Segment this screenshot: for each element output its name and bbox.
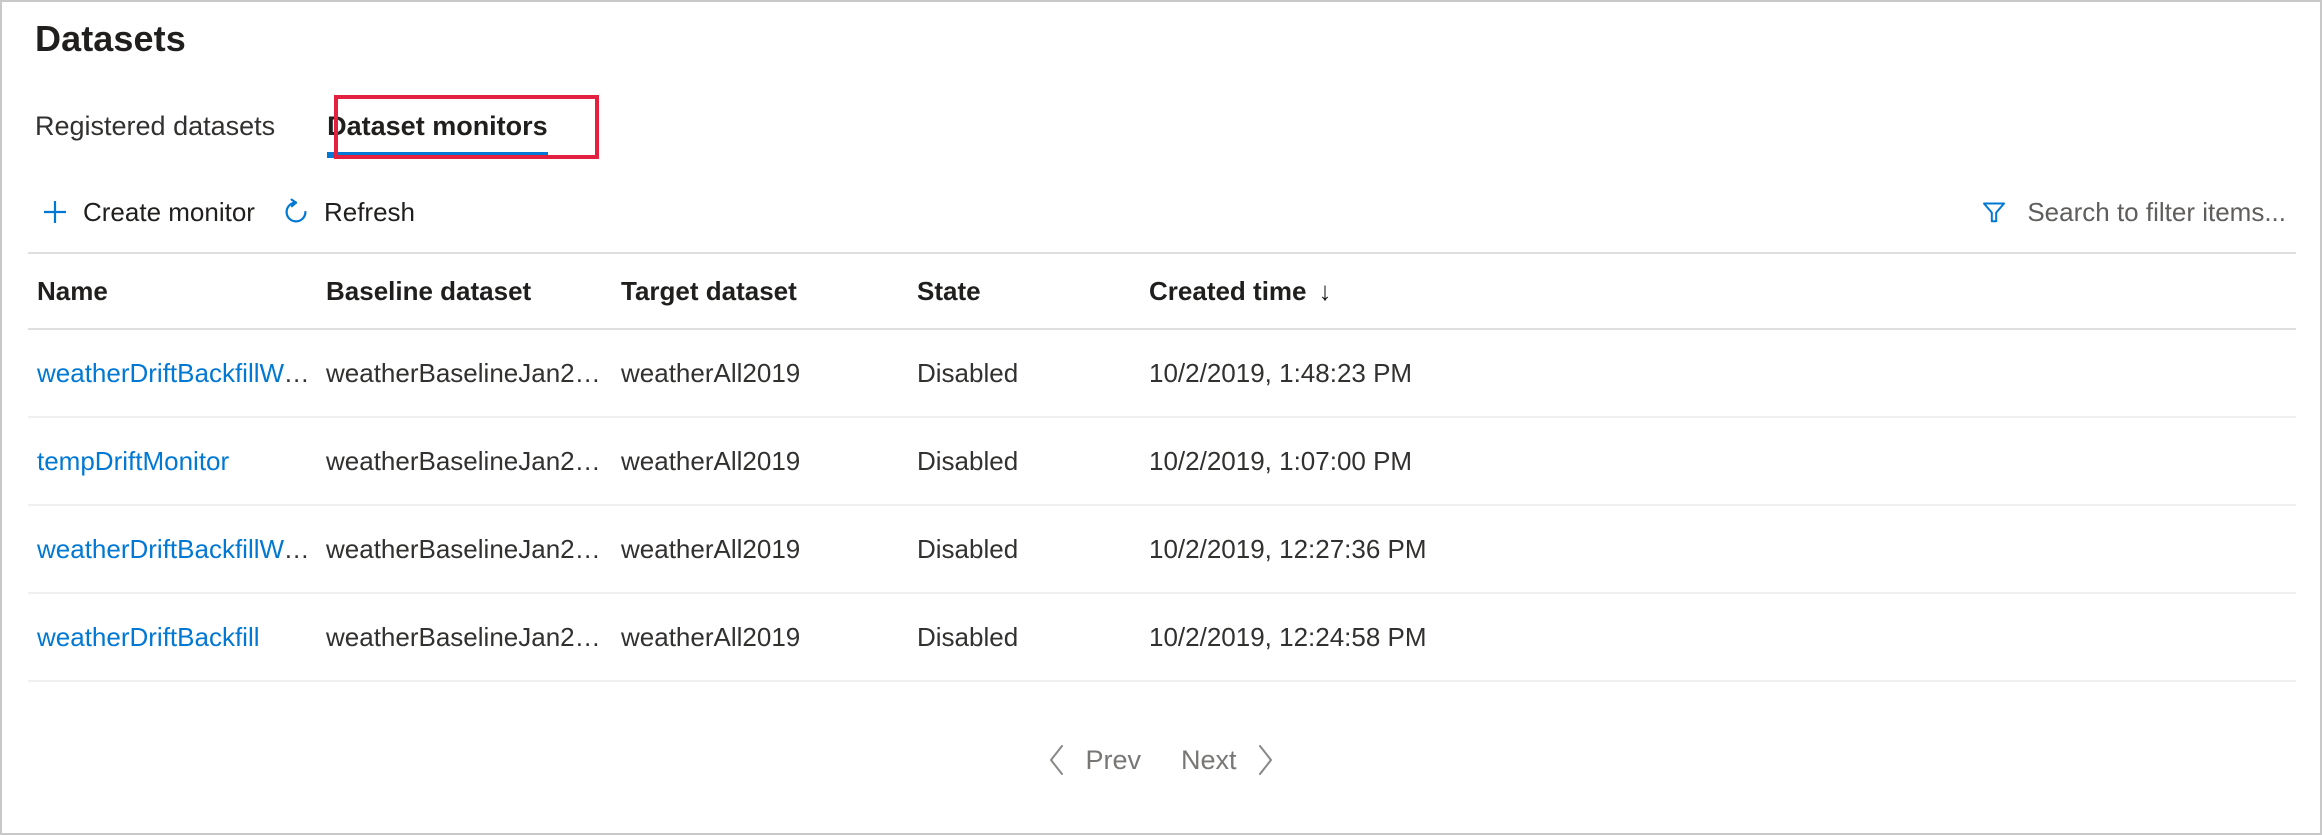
monitor-name-link[interactable]: weatherDriftBackfill xyxy=(37,622,260,652)
cell-target-dataset: weatherAll2019 xyxy=(621,534,917,565)
prev-page-button[interactable]: Prev xyxy=(1025,737,1161,783)
search-filter-field[interactable]: Search to filter items... xyxy=(1975,191,2290,234)
cell-name: weatherDriftBackfillWeekly2 xyxy=(28,358,326,389)
column-header-created-time[interactable]: Created time ↓ xyxy=(1149,276,2296,307)
prev-page-label: Prev xyxy=(1085,745,1141,776)
cell-state: Disabled xyxy=(917,534,1149,565)
cell-state: Disabled xyxy=(917,622,1149,653)
pivot-tabs: Registered datasets Dataset monitors xyxy=(35,102,572,158)
dataset-monitors-table: Name Baseline dataset Target dataset Sta… xyxy=(28,254,2296,682)
cell-target-dataset: weatherAll2019 xyxy=(621,446,917,477)
cell-created-time: 10/2/2019, 1:07:00 PM xyxy=(1149,446,2296,477)
tab-registered-datasets-label: Registered datasets xyxy=(35,111,275,141)
pagination: Prev Next xyxy=(2,737,2320,783)
command-bar: Create monitor Refresh xyxy=(2,178,2320,246)
page-title: Datasets xyxy=(35,18,186,60)
refresh-icon xyxy=(281,197,311,227)
column-header-target-dataset[interactable]: Target dataset xyxy=(621,276,917,307)
cell-target-dataset: weatherAll2019 xyxy=(621,622,917,653)
cell-state: Disabled xyxy=(917,358,1149,389)
filter-funnel-icon xyxy=(1979,197,2009,227)
search-filter-placeholder: Search to filter items... xyxy=(2027,197,2286,228)
refresh-button[interactable]: Refresh xyxy=(269,191,429,234)
table-row[interactable]: weatherDriftBackfillWeekly2 weatherBasel… xyxy=(28,330,2296,418)
next-page-button[interactable]: Next xyxy=(1161,737,1297,783)
table-row[interactable]: weatherDriftBackfillWeekly weatherBaseli… xyxy=(28,506,2296,594)
table-row[interactable]: tempDriftMonitor weatherBaselineJan2019 … xyxy=(28,418,2296,506)
cell-target-dataset: weatherAll2019 xyxy=(621,358,917,389)
cell-baseline-dataset: weatherBaselineJan2019 xyxy=(326,534,621,565)
command-bar-right-group: Search to filter items... xyxy=(1975,191,2320,234)
cell-created-time: 10/2/2019, 12:24:58 PM xyxy=(1149,622,2296,653)
cell-name: weatherDriftBackfillWeekly xyxy=(28,534,326,565)
cell-created-time: 10/2/2019, 12:27:36 PM xyxy=(1149,534,2296,565)
chevron-left-icon xyxy=(1045,743,1069,777)
monitor-name-link[interactable]: weatherDriftBackfillWeekly2 xyxy=(37,358,326,388)
datasets-page: Datasets Registered datasets Dataset mon… xyxy=(0,0,2322,835)
tab-registered-datasets[interactable]: Registered datasets xyxy=(35,102,303,158)
next-page-label: Next xyxy=(1181,745,1237,776)
cell-name: tempDriftMonitor xyxy=(28,446,326,477)
monitor-name-link[interactable]: tempDriftMonitor xyxy=(37,446,229,476)
tab-dataset-monitors[interactable]: Dataset monitors xyxy=(303,102,572,158)
table-header-row: Name Baseline dataset Target dataset Sta… xyxy=(28,254,2296,330)
cell-baseline-dataset: weatherBaselineJan2019 xyxy=(326,358,621,389)
cell-created-time: 10/2/2019, 1:48:23 PM xyxy=(1149,358,2296,389)
column-header-created-time-label: Created time xyxy=(1149,276,1307,306)
chevron-right-icon xyxy=(1253,743,1277,777)
cell-name: weatherDriftBackfill xyxy=(28,622,326,653)
tab-selected-underline xyxy=(327,152,548,158)
tab-dataset-monitors-label: Dataset monitors xyxy=(327,111,548,141)
column-header-state[interactable]: State xyxy=(917,276,1149,307)
sort-descending-icon: ↓ xyxy=(1319,276,1332,307)
create-monitor-button[interactable]: Create monitor xyxy=(28,191,269,234)
create-monitor-label: Create monitor xyxy=(83,197,255,228)
cell-baseline-dataset: weatherBaselineJan2019 xyxy=(326,622,621,653)
command-bar-left-group: Create monitor Refresh xyxy=(2,191,429,234)
column-header-baseline-dataset[interactable]: Baseline dataset xyxy=(326,276,621,307)
monitor-name-link[interactable]: weatherDriftBackfillWeekly xyxy=(37,534,326,564)
cell-baseline-dataset: weatherBaselineJan2019 xyxy=(326,446,621,477)
column-header-name[interactable]: Name xyxy=(28,276,326,307)
cell-state: Disabled xyxy=(917,446,1149,477)
table-row[interactable]: weatherDriftBackfill weatherBaselineJan2… xyxy=(28,594,2296,682)
refresh-label: Refresh xyxy=(324,197,415,228)
plus-icon xyxy=(40,197,70,227)
